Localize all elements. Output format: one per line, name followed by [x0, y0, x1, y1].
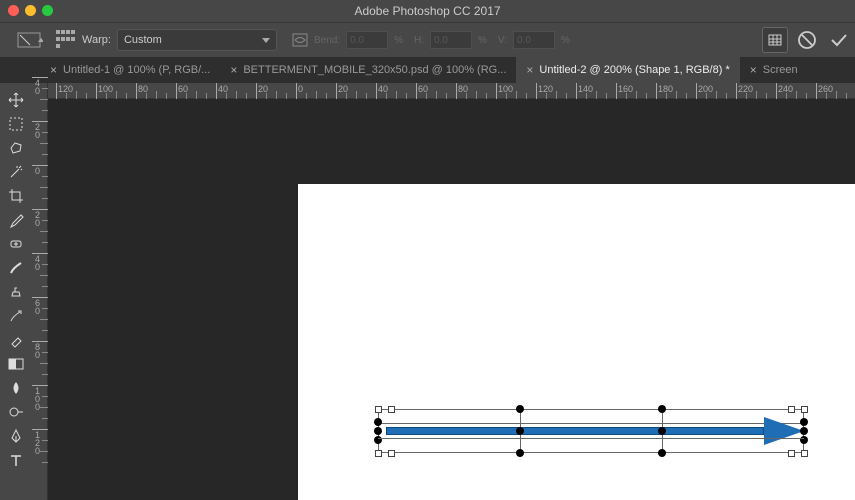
- marquee-tool[interactable]: [0, 112, 32, 136]
- warp-handle[interactable]: [788, 450, 795, 457]
- warp-control-point[interactable]: [658, 449, 666, 457]
- switch-warp-free-transform[interactable]: [762, 27, 788, 53]
- type-tool[interactable]: [0, 448, 32, 472]
- warp-control-point[interactable]: [516, 427, 524, 435]
- pen-tool[interactable]: [0, 424, 32, 448]
- warp-grid-icon[interactable]: [56, 30, 76, 50]
- clone-stamp-tool[interactable]: [0, 280, 32, 304]
- crop-tool[interactable]: [0, 184, 32, 208]
- warp-control-point[interactable]: [374, 418, 382, 426]
- h-input: 0.0: [430, 31, 472, 49]
- v-label: V:: [498, 35, 507, 46]
- dodge-tool[interactable]: [0, 400, 32, 424]
- warp-handle[interactable]: [388, 450, 395, 457]
- eraser-tool[interactable]: [0, 328, 32, 352]
- warp-control-point[interactable]: [658, 405, 666, 413]
- brush-tool[interactable]: [0, 256, 32, 280]
- title-bar: Adobe Photoshop CC 2017: [0, 0, 855, 22]
- ruler-vertical: 4 02 002 04 06 08 01 0 01 2 0: [32, 99, 48, 500]
- eyedropper-tool[interactable]: [0, 208, 32, 232]
- v-input: 0.0: [513, 31, 555, 49]
- warp-handle[interactable]: [375, 450, 382, 457]
- document-tab[interactable]: ×Screen: [740, 57, 808, 83]
- warp-handle[interactable]: [375, 406, 382, 413]
- warp-transform-box[interactable]: [378, 409, 804, 453]
- canvas-area[interactable]: [48, 99, 855, 500]
- bend-input: 0.0: [346, 31, 388, 49]
- ruler-horizontal: 1201008060402002040608010012014016018020…: [32, 83, 855, 99]
- warp-control-point[interactable]: [516, 405, 524, 413]
- tool-preset[interactable]: [10, 27, 50, 53]
- warp-control-point[interactable]: [800, 436, 808, 444]
- warp-handle[interactable]: [801, 450, 808, 457]
- warp-handle[interactable]: [788, 406, 795, 413]
- document-tab[interactable]: ×Untitled-2 @ 200% (Shape 1, RGB/8) *: [516, 57, 739, 83]
- bend-label: Bend:: [314, 35, 340, 46]
- options-bar: Warp: Custom Bend: 0.0 % H: 0.0 % V: 0.0…: [0, 22, 855, 57]
- minimize-window[interactable]: [25, 5, 36, 16]
- close-tab-icon[interactable]: ×: [750, 63, 757, 77]
- warp-control-point[interactable]: [516, 449, 524, 457]
- document-tab[interactable]: ×Untitled-1 @ 100% (P, RGB/...: [40, 57, 220, 83]
- cancel-transform[interactable]: [794, 27, 820, 53]
- warp-control-point[interactable]: [658, 427, 666, 435]
- maximize-window[interactable]: [42, 5, 53, 16]
- move-tool[interactable]: [0, 88, 32, 112]
- warp-handle[interactable]: [388, 406, 395, 413]
- close-window[interactable]: [8, 5, 19, 16]
- warp-control-point[interactable]: [800, 418, 808, 426]
- close-tab-icon[interactable]: ×: [526, 63, 533, 77]
- warp-style-select[interactable]: Custom: [117, 29, 277, 51]
- warp-control-point[interactable]: [800, 427, 808, 435]
- gradient-tool[interactable]: [0, 352, 32, 376]
- warp-control-point[interactable]: [374, 436, 382, 444]
- document-tabs: ×Untitled-1 @ 100% (P, RGB/... ×BETTERME…: [0, 57, 855, 83]
- warp-control-point[interactable]: [374, 427, 382, 435]
- close-tab-icon[interactable]: ×: [50, 63, 57, 77]
- app-title: Adobe Photoshop CC 2017: [354, 4, 500, 18]
- warp-orientation[interactable]: [289, 29, 311, 51]
- warp-handle[interactable]: [801, 406, 808, 413]
- close-tab-icon[interactable]: ×: [230, 63, 237, 77]
- history-brush-tool[interactable]: [0, 304, 32, 328]
- magic-wand-tool[interactable]: [0, 160, 32, 184]
- healing-tool[interactable]: [0, 232, 32, 256]
- h-label: H:: [414, 35, 424, 46]
- tools-panel: [0, 83, 32, 500]
- document-tab[interactable]: ×BETTERMENT_MOBILE_320x50.psd @ 100% (RG…: [220, 57, 516, 83]
- lasso-tool[interactable]: [0, 136, 32, 160]
- commit-transform[interactable]: [826, 27, 852, 53]
- warp-label: Warp:: [82, 34, 111, 46]
- blur-tool[interactable]: [0, 376, 32, 400]
